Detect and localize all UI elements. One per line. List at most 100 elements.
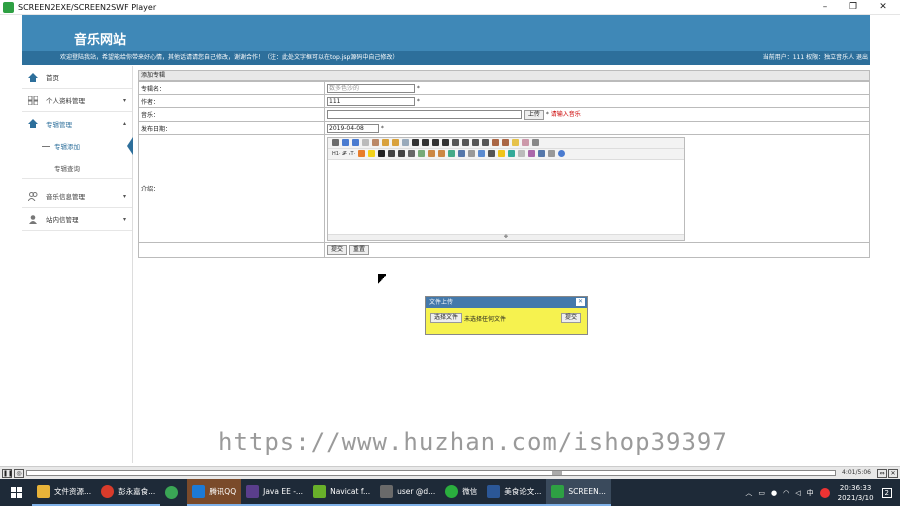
- sidebar-item-messages[interactable]: 站内信管理 ▾: [22, 208, 132, 231]
- source-icon[interactable]: [332, 139, 339, 146]
- dialog-submit-button[interactable]: 提交: [560, 313, 581, 323]
- sidebar-item-home[interactable]: 首页: [22, 66, 132, 89]
- emoticon-icon[interactable]: [498, 150, 506, 157]
- align-right-icon[interactable]: [432, 139, 439, 146]
- sidebar-item-album[interactable]: 专辑管理 ▴: [22, 112, 132, 135]
- font-color-icon[interactable]: [358, 150, 366, 157]
- taskbar-item[interactable]: 腾讯QQ: [187, 479, 242, 506]
- wifi-icon[interactable]: ◠: [783, 489, 789, 497]
- author-input[interactable]: 111: [327, 96, 415, 106]
- minimize-button[interactable]: –: [812, 0, 838, 15]
- maximize-button[interactable]: ❐: [840, 0, 866, 15]
- taskbar-item[interactable]: 美食论文...: [482, 479, 547, 506]
- redo-icon[interactable]: [352, 139, 359, 146]
- italic-icon[interactable]: [388, 150, 396, 157]
- date-input[interactable]: 2019-04-08: [327, 123, 379, 133]
- bold-icon[interactable]: [378, 150, 386, 157]
- copy-icon[interactable]: [382, 139, 389, 146]
- welcome-message: 欢迎登陆我站，希望能给你带来好心情，其他话请请您自己修改，谢谢合作！（注：此处文…: [60, 54, 399, 61]
- taskbar-item[interactable]: Navicat f...: [308, 479, 376, 506]
- pause-icon[interactable]: ❚❚: [2, 468, 13, 478]
- map-icon[interactable]: [508, 150, 516, 157]
- notification-icon[interactable]: 2: [881, 487, 892, 498]
- upload-button[interactable]: 上传: [523, 109, 544, 120]
- taskbar-item[interactable]: 彭永嘉食...: [96, 479, 161, 506]
- taskbar-item[interactable]: SCREEN...: [546, 479, 611, 506]
- hr-icon[interactable]: [488, 150, 496, 157]
- ime-indicator[interactable]: 中: [807, 488, 814, 498]
- taskbar-item[interactable]: 微信: [440, 479, 483, 506]
- close-button[interactable]: ✕: [870, 0, 896, 15]
- align-center-icon[interactable]: [422, 139, 429, 146]
- music-input[interactable]: [327, 110, 522, 120]
- volume-icon[interactable]: ◁: [795, 489, 800, 497]
- taskbar-item[interactable]: Java EE -...: [241, 479, 309, 506]
- code-icon[interactable]: [518, 150, 526, 157]
- cut-icon[interactable]: [372, 139, 379, 146]
- link-icon[interactable]: [538, 150, 546, 157]
- paste-icon[interactable]: [392, 139, 399, 146]
- stop-icon[interactable]: ◎: [14, 468, 24, 478]
- multi-image-icon[interactable]: [438, 150, 446, 157]
- select-all-icon[interactable]: [522, 139, 529, 146]
- fullscreen-icon[interactable]: [532, 139, 539, 146]
- ordered-list-icon[interactable]: [452, 139, 459, 146]
- sidebar-item-label: 站内信管理: [46, 216, 79, 224]
- sidebar-item-music[interactable]: 音乐信息管理 ▾: [22, 185, 132, 208]
- justify-icon[interactable]: [442, 139, 449, 146]
- choose-file-button[interactable]: 选择文件: [430, 313, 463, 323]
- align-left-icon[interactable]: [412, 139, 419, 146]
- anchor-icon[interactable]: [528, 150, 536, 157]
- network-icon[interactable]: ▭: [758, 489, 765, 497]
- subscript-icon[interactable]: [492, 139, 499, 146]
- image-icon[interactable]: [428, 150, 436, 157]
- album-name-input[interactable]: 数多色沙的: [327, 83, 415, 93]
- preview-icon[interactable]: [362, 139, 369, 146]
- chevron-up-icon[interactable]: ︿: [745, 488, 752, 498]
- submit-button[interactable]: 提交: [327, 245, 348, 255]
- close-icon[interactable]: ✕: [576, 298, 585, 306]
- reset-button[interactable]: 重置: [348, 245, 369, 255]
- table-icon[interactable]: [478, 150, 486, 157]
- sidebar-item-profile[interactable]: 个人资料管理 ▾: [22, 89, 132, 112]
- media-icon[interactable]: [458, 150, 466, 157]
- underline-icon[interactable]: [398, 150, 406, 157]
- database-icon: [380, 485, 394, 498]
- remove-format-icon[interactable]: [418, 150, 426, 157]
- folder-icon: [37, 485, 50, 498]
- rich-text-editor[interactable]: H1· 𝓕· ₜT· ✥: [327, 136, 685, 241]
- chevron-up-icon: ▴: [122, 120, 126, 127]
- clock[interactable]: 20:36:33 2021/3/10: [838, 483, 874, 503]
- user-info[interactable]: 当前用户：111 权限：独立音乐人 退出: [763, 51, 868, 65]
- file-icon[interactable]: [468, 150, 476, 157]
- sidebar-item-album-query[interactable]: 专辑查询: [22, 157, 132, 179]
- taskbar-item[interactable]: [160, 479, 187, 506]
- superscript-icon[interactable]: [502, 139, 509, 146]
- seek-thumb[interactable]: [552, 471, 562, 475]
- highlight-icon[interactable]: [368, 150, 376, 157]
- music-hint: 请输入音乐: [550, 111, 581, 119]
- browser-content: 音乐网站 欢迎登陆我站，希望能给你带来好心情，其他话请请您自己修改，谢谢合作！（…: [22, 15, 870, 463]
- strikethrough-icon[interactable]: [408, 150, 416, 157]
- fit-icon[interactable]: ⇔: [877, 469, 887, 478]
- chrome-icon: [101, 485, 115, 498]
- seek-track[interactable]: [26, 470, 836, 476]
- taskbar-item[interactable]: 文件资源...: [32, 479, 97, 506]
- antivirus-icon[interactable]: [819, 487, 830, 498]
- mic-icon[interactable]: ●: [771, 489, 777, 497]
- fullscreen-icon[interactable]: ✕: [888, 469, 898, 478]
- outdent-icon[interactable]: [482, 139, 489, 146]
- undo-icon[interactable]: [342, 139, 349, 146]
- paste-text-icon[interactable]: [402, 139, 409, 146]
- start-button[interactable]: [0, 479, 32, 506]
- sidebar-item-album-add[interactable]: 专辑添加: [22, 135, 133, 157]
- indent-icon[interactable]: [472, 139, 479, 146]
- clear-format-icon[interactable]: [512, 139, 519, 146]
- taskbar-item[interactable]: user @d...: [375, 479, 441, 506]
- heading-icon[interactable]: H1· 𝓕· ₜT·: [332, 151, 355, 157]
- unordered-list-icon[interactable]: [462, 139, 469, 146]
- unlink-icon[interactable]: [548, 150, 556, 157]
- flash-icon[interactable]: [448, 150, 456, 157]
- help-icon[interactable]: [558, 150, 566, 157]
- editor-resize-handle[interactable]: ✥: [328, 233, 684, 240]
